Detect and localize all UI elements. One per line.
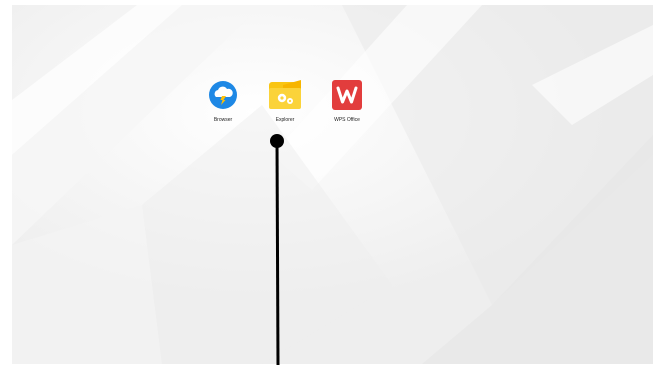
screenshot-frame: Browser Explorer WPS Office — [0, 0, 660, 365]
desktop-wallpaper — [12, 5, 653, 364]
app-explorer[interactable]: Explorer — [260, 79, 310, 123]
app-wps-office[interactable]: WPS Office — [322, 79, 372, 123]
app-browser[interactable]: Browser — [198, 79, 248, 123]
explorer-icon[interactable] — [269, 79, 301, 111]
browser-icon[interactable] — [207, 79, 239, 111]
desktop-app-grid: Browser Explorer WPS Office — [198, 79, 372, 123]
desktop-screen: Browser Explorer WPS Office — [12, 5, 653, 364]
app-label-explorer[interactable]: Explorer — [276, 117, 295, 123]
app-label-browser[interactable]: Browser — [214, 117, 232, 123]
app-label-wps-office[interactable]: WPS Office — [334, 117, 360, 123]
wps-office-icon[interactable] — [331, 79, 363, 111]
